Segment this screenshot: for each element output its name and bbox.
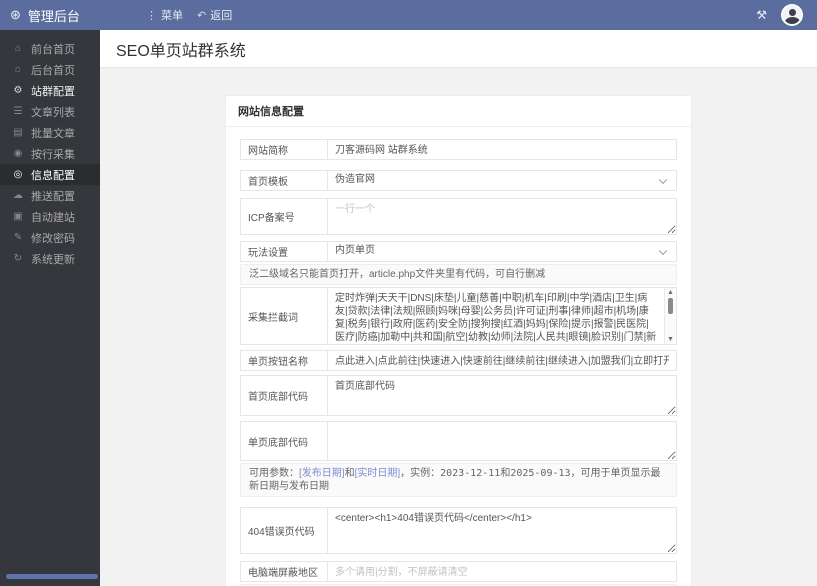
- user-avatar[interactable]: [781, 4, 803, 26]
- sidebar-item-label: 按行采集: [31, 148, 75, 161]
- button-names-input[interactable]: [328, 351, 676, 368]
- icp-textarea[interactable]: [328, 199, 676, 234]
- sidebar-item-line-collect[interactable]: ◉ 按行采集: [0, 143, 100, 164]
- avatar-body: [785, 17, 800, 24]
- home-icon: ⌂: [14, 64, 22, 75]
- sidebar-item-batch-articles[interactable]: ▤ 批量文章: [0, 122, 100, 143]
- sidebar-item-label: 批量文章: [31, 127, 75, 140]
- cloud-icon: ☁: [13, 190, 23, 201]
- sidebar-item-admin-home[interactable]: ⌂ 后台首页: [0, 59, 100, 80]
- files-icon: ▤: [13, 127, 23, 138]
- page-title: SEO单页站群系统: [116, 42, 246, 60]
- site-name-input[interactable]: [328, 140, 676, 157]
- back-label: 返回: [210, 10, 233, 22]
- sidebar-item-label: 文章列表: [31, 106, 75, 119]
- error404-label: 404错误页代码: [240, 507, 328, 554]
- sidebar-item-sitegroup-config[interactable]: ⚙ 站群配置: [0, 80, 100, 101]
- error404-textarea[interactable]: <center><h1>404错误页代码</center></h1>: [328, 508, 676, 553]
- field-icp: ICP备案号: [240, 198, 677, 235]
- page-header: SEO单页站群系统: [100, 30, 817, 67]
- field-button-names: 单页按钮名称: [240, 350, 677, 371]
- block-words-textarea[interactable]: 定时炸弹|天天干|DNS|床垫|儿童|慈善|中职|机车|印刷|中学|酒店|卫生|…: [328, 288, 676, 344]
- update-icon: ↻: [13, 253, 23, 264]
- app-brand[interactable]: ⊛ 管理后台: [0, 6, 132, 25]
- textarea-scrollbar[interactable]: ▲ ▼: [664, 288, 676, 344]
- sidebar-item-system-update[interactable]: ↻ 系统更新: [0, 248, 100, 269]
- page-footer-code-label: 单页底部代码: [240, 421, 328, 461]
- avatar-head: [789, 9, 796, 16]
- top-navbar: ⊛ 管理后台 ⋮ 菜单 ↶ 返回 ⚒: [0, 0, 817, 30]
- sidebar-item-info-config[interactable]: ◎ 信息配置: [0, 164, 100, 185]
- pc-block-area-label: 电脑端屏蔽地区: [240, 561, 328, 582]
- field-page-footer-code: 单页底部代码: [240, 421, 677, 461]
- sidebar-item-push-config[interactable]: ☁ 推送配置: [0, 185, 100, 206]
- icp-label: ICP备案号: [240, 198, 328, 235]
- home-footer-code-textarea[interactable]: 首页底部代码: [328, 376, 676, 415]
- sidebar-item-label: 修改密码: [31, 232, 75, 245]
- sidebar-item-label: 前台首页: [31, 43, 75, 56]
- back-button[interactable]: ↶ 返回: [197, 7, 232, 23]
- home-template-select[interactable]: 伪造官网: [328, 171, 676, 188]
- sidebar-item-label: 后台首页: [31, 64, 75, 77]
- gear-icon: ⚙: [13, 85, 23, 96]
- sidebar-item-change-password[interactable]: ✎ 修改密码: [0, 227, 100, 248]
- home-footer-code-label: 首页底部代码: [240, 375, 328, 416]
- sidebar-item-label: 自动建站: [31, 211, 75, 224]
- field-home-footer-code: 首页底部代码 首页底部代码: [240, 375, 677, 416]
- main-content: SEO单页站群系统 网站信息配置 网站简称 首页模板 伪造官网 I: [100, 30, 817, 586]
- field-play-mode: 玩法设置 内页单页: [240, 241, 677, 262]
- field-home-template: 首页模板 伪造官网: [240, 170, 677, 191]
- tip-prefix: 可用参数：: [249, 468, 299, 479]
- realtime-date-param-link[interactable]: [实时日期]: [355, 468, 401, 479]
- sidebar: ⌂ 前台首页 ⌂ 后台首页 ⚙ 站群配置 ☰ 文章列表 ▤ 批量文章 ◉ 按行采…: [0, 30, 100, 586]
- pencil-icon: ✎: [13, 232, 23, 243]
- play-mode-select[interactable]: 内页单页: [328, 242, 676, 259]
- settings-icon: ◎: [13, 169, 23, 180]
- page-footer-code-textarea[interactable]: [328, 422, 676, 460]
- scroll-thumb[interactable]: [668, 298, 673, 314]
- publish-date-param-link[interactable]: [发布日期]: [299, 468, 345, 479]
- field-block-words: 采集拦截词 定时炸弹|天天干|DNS|床垫|儿童|慈善|中职|机车|印刷|中学|…: [240, 287, 677, 345]
- wrench-icon[interactable]: ⚒: [756, 8, 767, 22]
- scroll-down-icon[interactable]: ▼: [667, 336, 674, 343]
- target-icon: ◉: [13, 148, 23, 159]
- sidebar-item-label: 信息配置: [31, 169, 75, 182]
- sidebar-item-label: 站群配置: [31, 85, 75, 98]
- site-name-label: 网站简称: [240, 139, 328, 160]
- menu-toggle[interactable]: ⋮ 菜单: [146, 7, 183, 23]
- site-info-panel: 网站信息配置 网站简称 首页模板 伪造官网 ICP备案号: [225, 95, 692, 586]
- date-params-tip: 可用参数：[发布日期]和[实时日期]，实例：2023-12-11和2025-09…: [240, 463, 677, 497]
- brand-icon: ⊛: [10, 7, 21, 22]
- sidebar-item-front-home[interactable]: ⌂ 前台首页: [0, 38, 100, 59]
- sidebar-item-label: 系统更新: [31, 253, 75, 266]
- scroll-up-icon[interactable]: ▲: [667, 289, 674, 296]
- block-words-label: 采集拦截词: [240, 287, 328, 345]
- button-names-label: 单页按钮名称: [240, 350, 328, 371]
- list-icon: ☰: [13, 106, 23, 117]
- field-site-name: 网站简称: [240, 139, 677, 160]
- sidebar-item-auto-build[interactable]: ▣ 自动建站: [0, 206, 100, 227]
- play-mode-tip: 泛二级域名只能首页打开，article.php文件夹里有代码，可自行删减: [240, 264, 677, 285]
- play-mode-label: 玩法设置: [240, 241, 328, 262]
- sidebar-item-article-list[interactable]: ☰ 文章列表: [0, 101, 100, 122]
- sidebar-scroll-indicator[interactable]: [6, 574, 98, 579]
- menu-icon: ⋮: [146, 9, 157, 22]
- home-template-label: 首页模板: [240, 170, 328, 191]
- tip-mid: 和: [344, 468, 355, 479]
- build-icon: ▣: [13, 211, 23, 222]
- pc-block-area-input[interactable]: [328, 564, 676, 581]
- menu-label: 菜单: [161, 10, 183, 22]
- sidebar-item-label: 推送配置: [31, 190, 75, 203]
- panel-title: 网站信息配置: [226, 96, 691, 127]
- field-404-code: 404错误页代码 <center><h1>404错误页代码</center></…: [240, 507, 677, 554]
- back-icon: ↶: [197, 9, 207, 22]
- home-icon: ⌂: [14, 43, 22, 54]
- app-title: 管理后台: [27, 8, 80, 24]
- field-pc-block-area: 电脑端屏蔽地区: [240, 561, 677, 582]
